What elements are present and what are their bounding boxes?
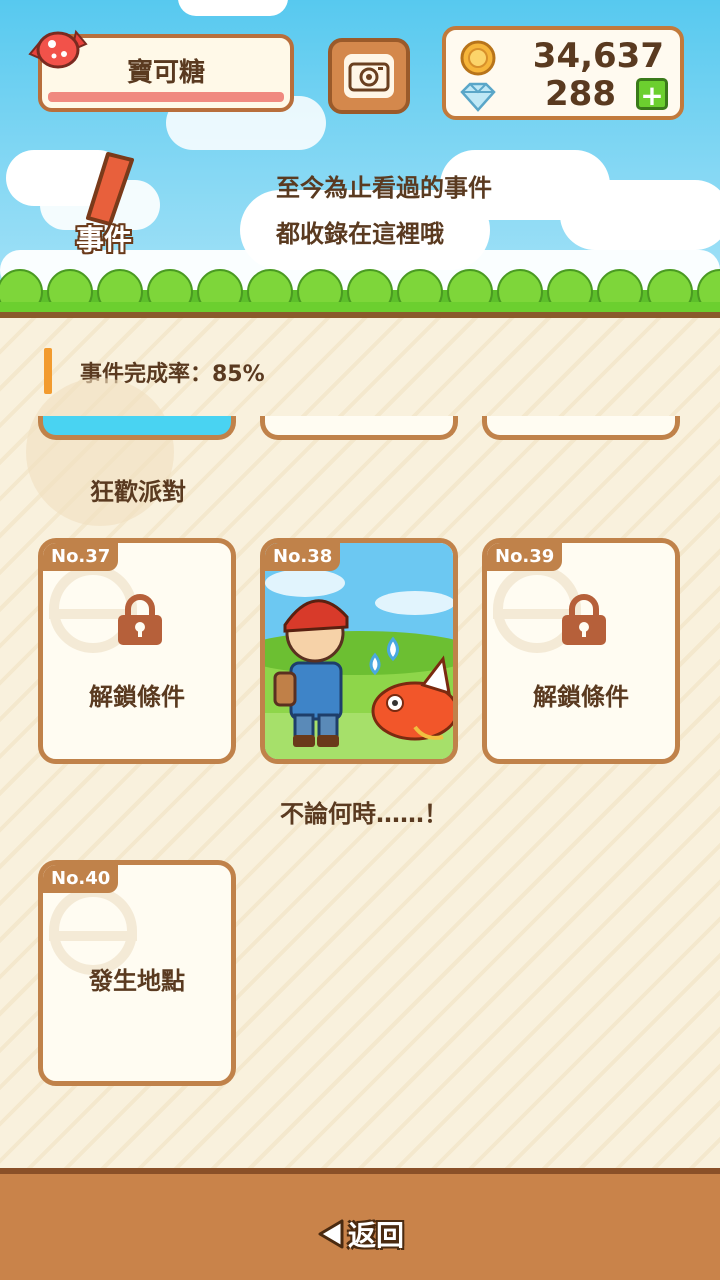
footer-bar: 返回 bbox=[0, 1168, 720, 1280]
diamond-icon bbox=[460, 82, 496, 112]
coin-icon bbox=[460, 40, 496, 76]
event-list[interactable]: 事件完成率：85% 狂歡派對 No.37 解鎖條件 No.38 No.39 解鎖… bbox=[0, 318, 720, 1168]
event-card-40[interactable]: No.40 發生地點 bbox=[38, 860, 236, 1086]
coin-count: 34,637 bbox=[532, 36, 664, 76]
cloud bbox=[178, 0, 288, 16]
event-card-partial[interactable] bbox=[38, 416, 236, 440]
lock-icon bbox=[118, 594, 162, 645]
event-card-37[interactable]: No.37 解鎖條件 bbox=[38, 538, 236, 764]
intro-text-line2: 都收錄在這裡哦 bbox=[276, 220, 444, 248]
event-row-title: 狂歡派對 bbox=[90, 478, 186, 506]
event-number: No.39 bbox=[487, 543, 563, 571]
grass-hedge bbox=[0, 269, 720, 318]
location-label: 發生地點 bbox=[89, 967, 185, 995]
intro-text-line1: 至今為止看過的事件 bbox=[276, 174, 492, 202]
candy-progress-bar bbox=[48, 92, 284, 102]
event-tag-label: 事件 bbox=[76, 223, 133, 256]
event-card-partial[interactable] bbox=[260, 416, 458, 440]
unlock-condition-label: 解鎖條件 bbox=[533, 683, 629, 711]
event-card-39[interactable]: No.39 解鎖條件 bbox=[482, 538, 680, 764]
event-illustration bbox=[265, 543, 453, 759]
event-number: No.38 bbox=[265, 543, 341, 571]
back-button[interactable]: 返回 bbox=[318, 1214, 404, 1254]
camera-button[interactable] bbox=[328, 38, 410, 114]
camera-button-face bbox=[344, 54, 394, 98]
gem-count: 288 bbox=[545, 74, 616, 114]
completion-accent-bar bbox=[44, 348, 52, 394]
event-card-38[interactable]: No.38 bbox=[260, 538, 458, 764]
cloud bbox=[560, 180, 720, 250]
lock-icon bbox=[562, 594, 606, 645]
event-card-partial[interactable] bbox=[482, 416, 680, 440]
camera-icon bbox=[348, 62, 390, 92]
currency-panel: 34,637 288 + bbox=[442, 26, 684, 120]
add-gems-button[interactable]: + bbox=[636, 78, 668, 111]
event-number: No.37 bbox=[43, 543, 119, 571]
candy-icon bbox=[28, 29, 88, 69]
back-arrow-icon bbox=[318, 1219, 344, 1249]
unlock-condition-label: 解鎖條件 bbox=[89, 683, 185, 711]
back-label: 返回 bbox=[348, 1219, 405, 1252]
event-row-title: 不論何時……！ bbox=[280, 800, 448, 828]
event-number: No.40 bbox=[43, 865, 119, 893]
